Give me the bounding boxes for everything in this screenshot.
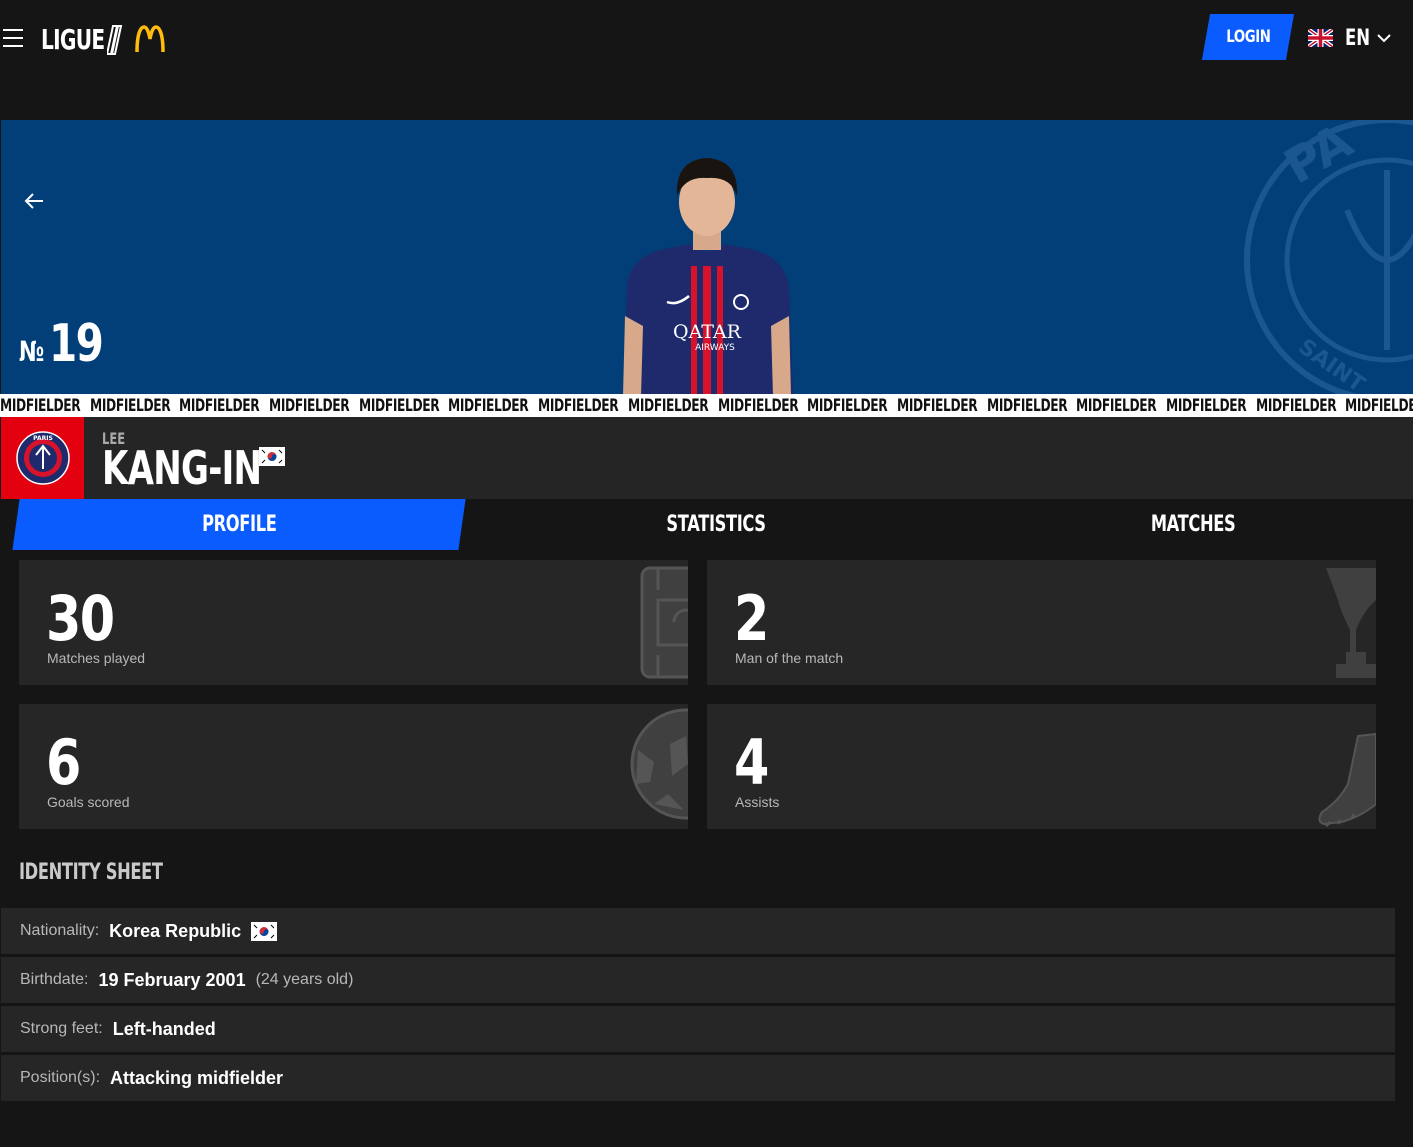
stat-label: Matches played — [47, 650, 146, 666]
position-label: MIDFIELDER — [358, 395, 440, 416]
position-label: MIDFIELDER — [627, 395, 709, 416]
identity-value: Left-handed — [112, 1018, 216, 1039]
stat-value: 30 — [46, 582, 115, 655]
position-label: MIDFIELDER — [1165, 395, 1247, 416]
position-label: MIDFIELDER — [717, 395, 799, 416]
svg-text:PARIS: PARIS — [33, 435, 53, 442]
position-label: MIDFIELDER — [896, 395, 978, 416]
tab-statistics[interactable]: STATISTICS — [493, 499, 939, 550]
language-code: EN — [1345, 25, 1371, 51]
identity-age: (24 years old) — [255, 971, 354, 988]
stat-value: 4 — [734, 726, 769, 799]
psg-crest-icon: PARIS — [15, 431, 70, 485]
player-last-name: KANG-IN — [102, 441, 262, 495]
position-label: MIDFIELDER — [986, 395, 1068, 416]
language-selector[interactable]: EN — [1308, 24, 1391, 52]
ball-icon — [630, 708, 688, 820]
number-prefix: № — [19, 335, 45, 368]
identity-row-strong-feet: Strong feet: Left-handed — [1, 1006, 1395, 1052]
identity-value: Korea Republic — [109, 920, 242, 941]
stat-label: Goals scored — [47, 794, 130, 810]
svg-text:PA: PA — [1275, 120, 1362, 195]
club-logo[interactable]: PARIS — [1, 417, 84, 499]
chevron-down-icon — [1377, 34, 1391, 43]
tab-matches[interactable]: MATCHES — [970, 499, 1413, 550]
trophy-icon — [1326, 568, 1376, 678]
position-label: MIDFIELDER — [179, 395, 260, 416]
identity-row-positions: Position(s): Attacking midfielder — [1, 1055, 1395, 1101]
south-korea-flag-icon — [259, 447, 285, 466]
stat-card-matches-played: 30 Matches played — [19, 560, 688, 685]
svg-text:AIRWAYS: AIRWAYS — [695, 343, 735, 353]
position-label: MIDFIELDER — [807, 395, 888, 416]
identity-row-nationality: Nationality: Korea Republic — [1, 908, 1395, 954]
uk-flag-icon — [1308, 29, 1333, 47]
back-arrow-icon[interactable] — [23, 192, 45, 210]
shirt-number: № 19 — [19, 314, 117, 374]
player-hero-banner: PA SAINT № 19 QATAR AIRWAYS — [1, 120, 1413, 394]
logo-text: LIGUE — [41, 22, 105, 56]
tab-profile[interactable]: PROFILE — [16, 499, 462, 550]
identity-row-birthdate: Birthdate: 19 February 2001 (24 years ol… — [1, 957, 1395, 1003]
identity-value: 19 February 2001 — [98, 969, 246, 990]
south-korea-flag-icon — [251, 921, 278, 941]
number-value: 19 — [49, 314, 104, 374]
club-crest-watermark-icon: PA SAINT — [1244, 120, 1413, 394]
identity-key: Position(s): — [20, 1069, 101, 1086]
top-navigation-bar: LIGUE LOGIN EN — [0, 0, 1413, 80]
position-label: MIDFIELDER — [1345, 395, 1413, 416]
mcdonalds-arches-icon — [135, 25, 165, 53]
stat-label: Man of the match — [735, 650, 844, 666]
identity-value: Attacking midfielder — [110, 1067, 284, 1088]
menu-icon[interactable] — [3, 29, 23, 47]
stat-card-assists: 4 Assists — [707, 704, 1376, 829]
player-name-bar: PARIS LEE KANG-IN — [1, 417, 1413, 499]
position-ticker: MIDFIELDER MIDFIELDER MIDFIELDER MIDFIELDER… — [0, 394, 1413, 417]
stat-value: 2 — [734, 582, 769, 655]
position-label: MIDFIELDER — [269, 395, 350, 416]
position-label: MIDFIELDER — [1255, 395, 1337, 416]
stat-label: Assists — [735, 794, 780, 810]
stat-card-man-of-the-match: 2 Man of the match — [707, 560, 1376, 685]
boot-icon — [1318, 732, 1376, 828]
position-label: MIDFIELDER — [1076, 395, 1157, 416]
stat-card-goals-scored: 6 Goals scored — [19, 704, 688, 829]
identity-key: Birthdate: — [20, 971, 89, 988]
position-label: MIDFIELDER — [89, 395, 171, 416]
position-label: MIDFIELDER — [0, 395, 81, 416]
stat-value: 6 — [46, 726, 81, 799]
svg-text:QATAR: QATAR — [673, 321, 742, 343]
player-photo: QATAR AIRWAYS — [623, 158, 793, 394]
identity-key: Strong feet: — [20, 1020, 103, 1037]
pitch-icon — [640, 566, 688, 679]
ligue1-logo[interactable]: LIGUE — [41, 22, 165, 56]
identity-sheet-title: IDENTITY SHEET — [19, 860, 163, 885]
position-label: MIDFIELDER — [448, 395, 529, 416]
login-button[interactable]: LOGIN — [1201, 14, 1295, 60]
profile-tabs: PROFILE STATISTICS MATCHES — [0, 499, 1413, 550]
identity-key: Nationality: — [20, 922, 100, 939]
position-label: MIDFIELDER — [538, 395, 619, 416]
